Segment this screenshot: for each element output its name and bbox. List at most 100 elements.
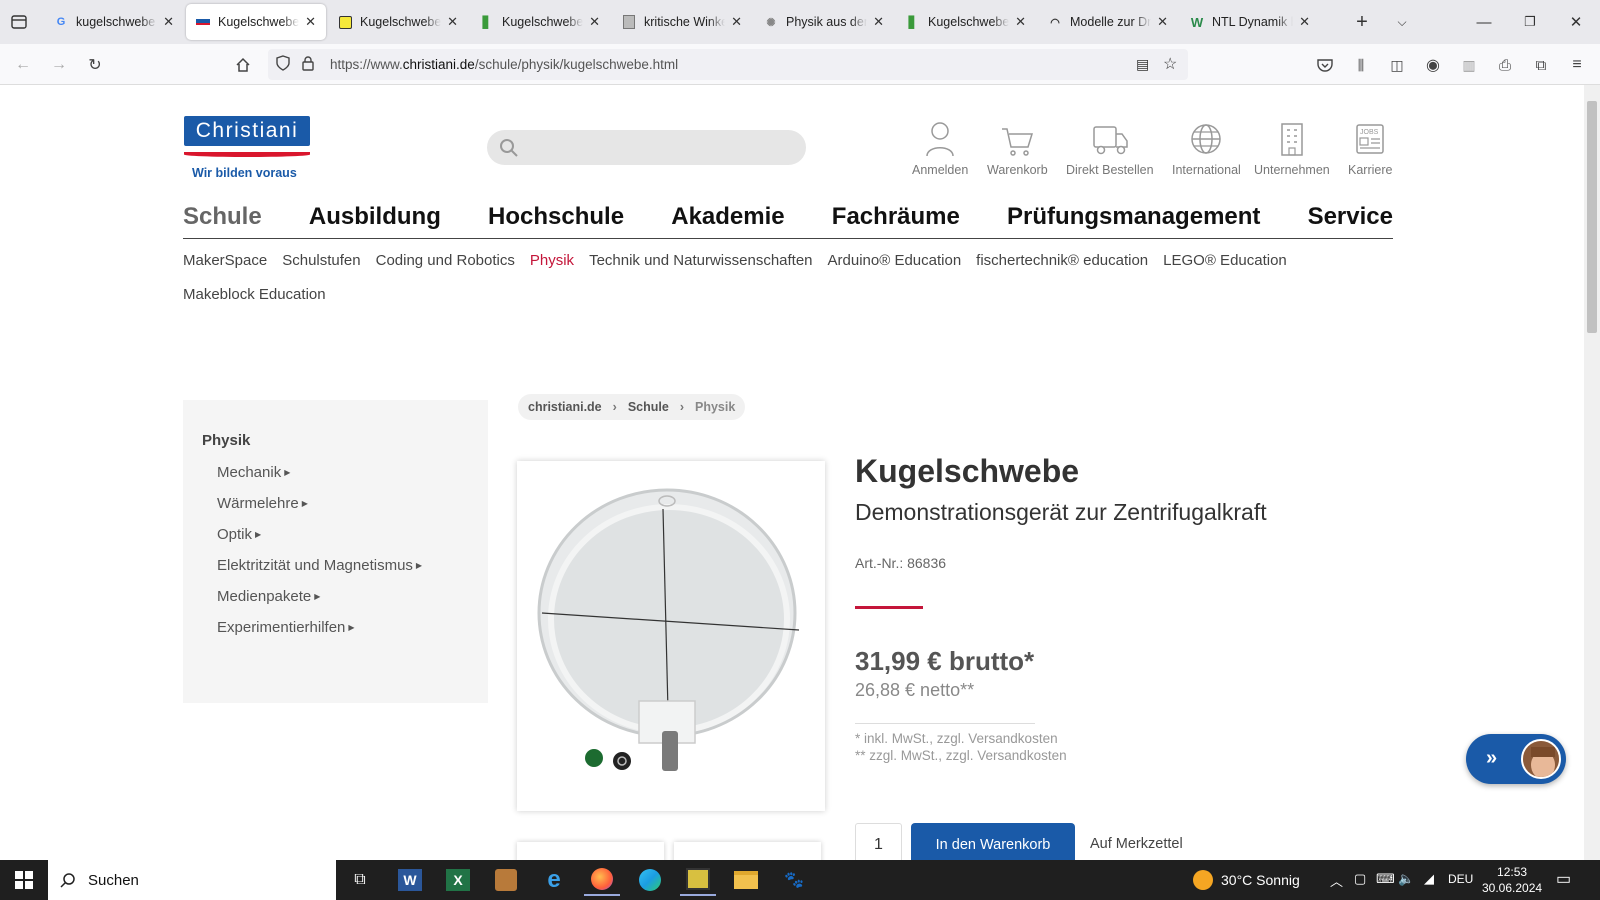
url-bar[interactable]: https://www.christiani.de/schule/physik/… xyxy=(268,49,1188,80)
extension-icon[interactable]: ▥ xyxy=(1458,54,1480,76)
nav-item-pruefungsmanagement[interactable]: Prüfungsmanagement xyxy=(1007,203,1260,238)
network-icon[interactable]: ◢ xyxy=(1424,871,1434,887)
header-career[interactable]: JOBS Karriere xyxy=(1348,121,1392,177)
close-icon[interactable]: ✕ xyxy=(1299,14,1310,30)
lock-icon[interactable] xyxy=(302,56,314,76)
header-cart[interactable]: Warenkorb xyxy=(987,121,1048,177)
nav-item-schule[interactable]: Schule xyxy=(183,203,262,238)
print-icon[interactable]: ⎙ xyxy=(1494,54,1516,76)
product-image[interactable] xyxy=(517,461,825,811)
app-icon[interactable] xyxy=(488,864,524,896)
pocket-icon[interactable] xyxy=(1314,54,1336,76)
product-thumbnail[interactable] xyxy=(517,842,664,860)
header-login[interactable]: Anmelden xyxy=(912,121,968,177)
browser-tab[interactable]: W NTL Dynamik bei Kreisbewegung ✕ xyxy=(1180,4,1320,40)
breadcrumb-item[interactable]: christiani.de xyxy=(528,400,602,414)
close-icon[interactable]: ✕ xyxy=(305,14,316,30)
christiani-logo[interactable]: Christiani Wir bilden voraus xyxy=(184,116,310,180)
nav-item-hochschule[interactable]: Hochschule xyxy=(488,203,624,238)
browser-tab[interactable]: ▋ Kugelschwebe / Leifi ✕ xyxy=(470,4,610,40)
window-close-icon[interactable]: ✕ xyxy=(1566,12,1586,32)
browser-tab-active[interactable]: Kugelschwebe online ✕ xyxy=(186,4,326,40)
scrollbar-thumb[interactable] xyxy=(1587,101,1597,333)
nav-item-akademie[interactable]: Akademie xyxy=(671,203,784,238)
browser-tab[interactable]: ✺ Physik aus dem Alltag ✕ xyxy=(754,4,894,40)
add-to-cart-button[interactable]: In den Warenkorb xyxy=(911,823,1075,860)
nav-item-ausbildung[interactable]: Ausbildung xyxy=(309,203,441,238)
subnav-item[interactable]: Technik und Naturwissenschaften xyxy=(589,244,812,278)
app-active-icon[interactable] xyxy=(680,864,716,896)
subnav-item[interactable]: Arduino® Education xyxy=(828,244,962,278)
close-icon[interactable]: ✕ xyxy=(731,14,742,30)
reload-icon[interactable]: ↻ xyxy=(84,54,106,76)
file-explorer-icon[interactable] xyxy=(728,864,764,896)
extensions-icon[interactable]: ⧉ xyxy=(1530,54,1552,76)
bookmark-star-icon[interactable]: ☆ xyxy=(1163,54,1177,74)
subnav-item-active[interactable]: Physik xyxy=(530,244,574,278)
chevron-down-icon[interactable]: ⌵ xyxy=(1392,12,1412,32)
url-text[interactable]: https://www.christiani.de/schule/physik/… xyxy=(330,57,678,72)
quantity-input[interactable]: 1 xyxy=(855,823,902,860)
sidebar-heading[interactable]: Physik xyxy=(202,432,250,449)
clock[interactable]: 12:53 30.06.2024 xyxy=(1482,864,1542,896)
chat-widget-button[interactable]: » xyxy=(1466,734,1566,784)
internet-explorer-icon[interactable]: e xyxy=(536,864,572,896)
library-icon[interactable]: ⫼ xyxy=(1350,54,1372,76)
speaker-icon[interactable]: 🔈 xyxy=(1398,871,1414,887)
tab-overview-icon[interactable] xyxy=(9,12,29,32)
close-icon[interactable]: ✕ xyxy=(163,14,174,30)
nav-item-service[interactable]: Service xyxy=(1308,203,1393,238)
language-indicator[interactable]: DEU xyxy=(1448,872,1473,886)
browser-tab[interactable]: ◠ Modelle zur Drehbewegung ✕ xyxy=(1038,4,1178,40)
header-company[interactable]: Unternehmen xyxy=(1254,121,1330,177)
sidebar-item[interactable]: Mechanik ▶ xyxy=(217,462,422,493)
windows-start-icon[interactable] xyxy=(6,864,42,896)
header-international[interactable]: International xyxy=(1172,121,1241,177)
restore-icon[interactable]: ❐ xyxy=(1520,12,1540,32)
sidebar-item[interactable]: Experimentierhilfen ▶ xyxy=(217,617,422,648)
subnav-item[interactable]: Schulstufen xyxy=(282,244,360,278)
nav-item-fachraeume[interactable]: Fachräume xyxy=(832,203,960,238)
browser-tab[interactable]: Kugelschwebe/Zentrifugalkraft ✕ xyxy=(328,4,468,40)
back-icon[interactable]: ← xyxy=(12,54,34,76)
close-icon[interactable]: ✕ xyxy=(1015,14,1026,30)
wishlist-link[interactable]: Auf Merkzettel xyxy=(1090,836,1183,852)
subnav-item[interactable]: Coding und Robotics xyxy=(376,244,515,278)
app-icon[interactable]: 🐾 xyxy=(776,864,812,896)
word-icon[interactable]: W xyxy=(392,864,428,896)
close-icon[interactable]: ✕ xyxy=(589,14,600,30)
menu-icon[interactable]: ≡ xyxy=(1566,54,1588,76)
header-direct-order[interactable]: Direkt Bestellen xyxy=(1066,121,1154,177)
ime-icon[interactable]: ⌨ xyxy=(1376,871,1395,887)
search-input[interactable] xyxy=(487,130,806,165)
sidebar-item[interactable]: Optik ▶ xyxy=(217,524,422,555)
sidebar-icon[interactable]: ◫ xyxy=(1386,54,1408,76)
close-icon[interactable]: ✕ xyxy=(873,14,884,30)
new-tab-icon[interactable]: + xyxy=(1352,11,1372,33)
taskbar-search[interactable]: Suchen xyxy=(48,860,336,900)
excel-icon[interactable]: X xyxy=(440,864,476,896)
forward-icon[interactable]: → xyxy=(48,54,70,76)
close-icon[interactable]: ✕ xyxy=(1157,14,1168,30)
browser-tab[interactable]: kritische Winkelgeschwindigkeit ✕ xyxy=(612,4,752,40)
minimize-icon[interactable]: — xyxy=(1474,12,1494,32)
subnav-item[interactable]: Makeblock Education xyxy=(183,278,326,312)
task-view-icon[interactable]: ⧉ xyxy=(342,864,378,896)
device-icon[interactable]: ▢ xyxy=(1354,871,1366,887)
edge-icon[interactable] xyxy=(632,864,668,896)
subnav-item[interactable]: fischertechnik® education xyxy=(976,244,1148,278)
firefox-icon[interactable] xyxy=(584,864,620,896)
subnav-item[interactable]: MakerSpace xyxy=(183,244,267,278)
notification-icon[interactable]: ▭ xyxy=(1556,869,1571,889)
browser-tab[interactable]: G kugelschwebe physik ✕ xyxy=(44,4,184,40)
weather-widget[interactable]: 30°C Sonnig xyxy=(1193,870,1300,890)
subnav-item[interactable]: LEGO® Education xyxy=(1163,244,1287,278)
sidebar-item[interactable]: Elektritzität und Magnetismus ▶ xyxy=(217,555,422,586)
sidebar-item[interactable]: Medienpakete ▶ xyxy=(217,586,422,617)
browser-tab[interactable]: ▋ Kugelschwebe | Leifi ✕ xyxy=(896,4,1036,40)
chevron-up-icon[interactable]: ︿ xyxy=(1330,871,1343,890)
account-icon[interactable]: ◉ xyxy=(1422,54,1444,76)
reader-view-icon[interactable]: ▤ xyxy=(1136,56,1149,73)
sidebar-item[interactable]: Wärmelehre ▶ xyxy=(217,493,422,524)
home-icon[interactable] xyxy=(232,54,254,76)
